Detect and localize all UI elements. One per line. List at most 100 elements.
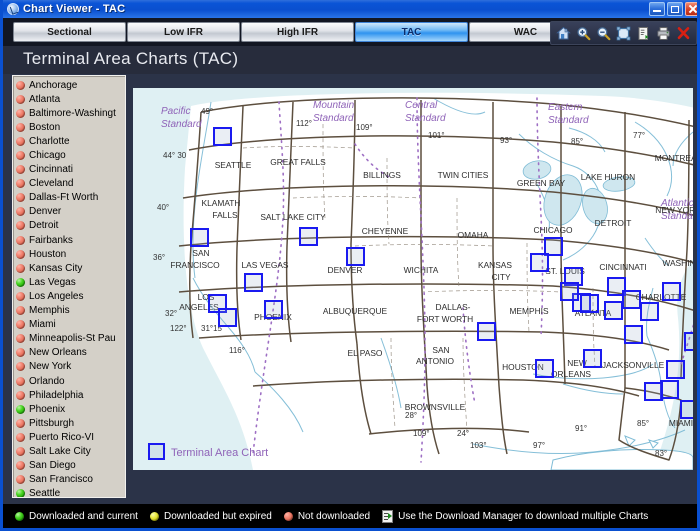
- list-item[interactable]: Memphis: [16, 304, 125, 318]
- tac-marker-box[interactable]: [264, 300, 283, 319]
- list-item[interactable]: Salt Lake City: [16, 444, 125, 458]
- tac-marker-box[interactable]: [662, 282, 681, 301]
- list-item[interactable]: Puerto Rico-VI: [16, 430, 125, 444]
- list-item[interactable]: San Diego: [16, 459, 125, 473]
- list-item[interactable]: Detroit: [16, 219, 125, 233]
- list-item[interactable]: Pittsburgh: [16, 416, 125, 430]
- tac-marker-box[interactable]: [346, 247, 365, 266]
- tac-marker-box[interactable]: [535, 359, 554, 378]
- close-button[interactable]: [685, 2, 697, 16]
- list-item[interactable]: Fairbanks: [16, 233, 125, 247]
- list-item-label: Boston: [29, 121, 61, 133]
- latitude-label: 28°: [405, 411, 417, 420]
- tac-marker-box[interactable]: [244, 273, 263, 292]
- list-item[interactable]: Charlotte: [16, 134, 125, 148]
- tac-marker-box[interactable]: [644, 382, 663, 401]
- tab-sectional[interactable]: Sectional: [13, 22, 126, 42]
- tac-marker-box[interactable]: [544, 237, 563, 256]
- red-status-dot-icon: [16, 362, 25, 372]
- list-item[interactable]: Chicago: [16, 148, 125, 162]
- tac-marker-box[interactable]: [640, 302, 659, 321]
- print-icon[interactable]: [656, 26, 671, 41]
- list-item[interactable]: Houston: [16, 247, 125, 261]
- tac-marker-box[interactable]: [560, 282, 579, 301]
- tac-marker-box[interactable]: [583, 349, 602, 368]
- list-item[interactable]: Kansas City: [16, 261, 125, 275]
- chart-cell-label: GREAT FALLS: [270, 157, 326, 167]
- tac-marker-box[interactable]: [580, 294, 599, 313]
- tac-marker-box[interactable]: [684, 332, 693, 351]
- timezone-label: Pacific: [161, 106, 190, 117]
- list-item[interactable]: Phoenix: [16, 402, 125, 416]
- tac-marker-box[interactable]: [680, 400, 693, 419]
- list-item[interactable]: Anchorage: [16, 78, 125, 92]
- longitude-label: 93°: [500, 136, 512, 145]
- list-item-label: Orlando: [29, 375, 65, 387]
- list-item[interactable]: Baltimore-Washingt: [16, 106, 125, 120]
- list-item[interactable]: Philadelphia: [16, 388, 125, 402]
- list-item-label: Houston: [29, 248, 67, 260]
- tac-marker-box[interactable]: [660, 380, 679, 399]
- list-item[interactable]: Minneapolis-St Pau: [16, 332, 125, 346]
- list-item-label: Baltimore-Washingt: [29, 107, 116, 119]
- list-item[interactable]: Seattle: [16, 487, 125, 497]
- document-icon[interactable]: [636, 26, 651, 41]
- chart-map-panel[interactable]: Pacific Standard Mountain Standard Central St…: [133, 88, 693, 470]
- list-item[interactable]: San Francisco: [16, 473, 125, 487]
- list-item[interactable]: Miami: [16, 318, 125, 332]
- tac-marker-box[interactable]: [218, 308, 237, 327]
- maximize-button[interactable]: [667, 2, 683, 16]
- tab-tac[interactable]: TAC: [355, 22, 468, 42]
- red-status-dot-icon: [16, 193, 25, 203]
- close-x-icon[interactable]: [676, 26, 691, 41]
- tac-marker-box[interactable]: [622, 290, 641, 309]
- tac-marker-box[interactable]: [213, 127, 232, 146]
- list-item[interactable]: New York: [16, 360, 125, 374]
- green-dot-icon: [15, 511, 24, 521]
- red-status-dot-icon: [16, 235, 25, 245]
- list-item[interactable]: Cleveland: [16, 177, 125, 191]
- red-status-dot-icon: [16, 291, 25, 301]
- red-status-dot-icon: [16, 334, 25, 344]
- tac-marker-box[interactable]: [624, 325, 643, 344]
- list-item-label: Pittsburgh: [29, 417, 75, 429]
- chart-cell-label: MONTREAL: [655, 153, 693, 163]
- longitude-label: 83°: [655, 449, 667, 458]
- tac-marker-box[interactable]: [299, 227, 318, 246]
- tac-marker-box[interactable]: [190, 228, 209, 247]
- list-item[interactable]: Las Vegas: [16, 275, 125, 289]
- zoom-in-icon[interactable]: [576, 26, 591, 41]
- minimize-button[interactable]: [649, 2, 665, 16]
- tac-marker-box[interactable]: [604, 301, 623, 320]
- list-item-label: New York: [29, 361, 72, 373]
- tac-marker-box[interactable]: [666, 360, 685, 379]
- green-status-dot-icon: [16, 489, 25, 497]
- list-item-label: Cincinnati: [29, 164, 73, 176]
- list-item[interactable]: Boston: [16, 120, 125, 134]
- chart-cell-label: MEMPHIS: [509, 306, 549, 316]
- list-item[interactable]: Cincinnati: [16, 163, 125, 177]
- tab-low-ifr[interactable]: Low IFR: [127, 22, 240, 42]
- tac-marker-box[interactable]: [477, 322, 496, 341]
- chart-cell-label: ANTONIO: [416, 356, 454, 366]
- list-item[interactable]: Los Angeles: [16, 289, 125, 303]
- fit-to-window-icon[interactable]: [616, 26, 631, 41]
- red-status-dot-icon: [16, 306, 25, 316]
- list-item[interactable]: Denver: [16, 205, 125, 219]
- chart-city-list[interactable]: Anchorage Atlanta Baltimore-Washingt Boston…: [12, 75, 126, 498]
- red-status-dot-icon: [16, 207, 25, 217]
- list-item-label: Philadelphia: [29, 389, 84, 401]
- list-item[interactable]: Orlando: [16, 374, 125, 388]
- list-item-label: Fairbanks: [29, 234, 73, 246]
- list-item-label: New Orleans: [29, 347, 87, 359]
- red-status-dot-icon: [16, 446, 25, 456]
- zoom-out-icon[interactable]: [596, 26, 611, 41]
- list-item[interactable]: Atlanta: [16, 92, 125, 106]
- home-icon[interactable]: [556, 26, 571, 41]
- chart-cell-label: LAS VEGAS: [241, 260, 288, 270]
- tac-marker-box[interactable]: [530, 253, 549, 272]
- list-item[interactable]: Dallas-Ft Worth: [16, 191, 125, 205]
- list-item[interactable]: New Orleans: [16, 346, 125, 360]
- tab-high-ifr[interactable]: High IFR: [241, 22, 354, 42]
- chart-cell-label: SAN: [192, 248, 209, 258]
